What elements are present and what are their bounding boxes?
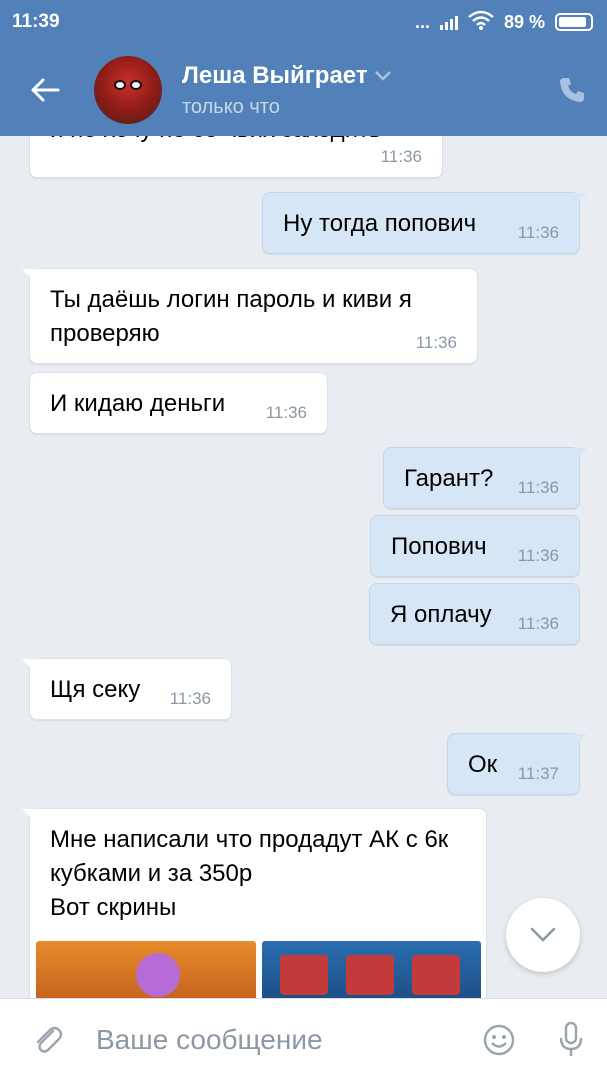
message-text: Мне написали что продадут АК с 6к кубкам… <box>50 826 449 921</box>
attach-button[interactable] <box>0 1023 96 1057</box>
image-attachments <box>36 941 481 998</box>
message-time: 11:37 <box>517 764 559 783</box>
call-button[interactable] <box>537 44 607 136</box>
message-list[interactable]: и не хочу не со чьих заходить 11:36 Ну т… <box>0 136 607 998</box>
avatar[interactable] <box>94 56 162 124</box>
message-time: 11:36 <box>517 546 559 565</box>
message-text: Щя секу <box>50 676 141 703</box>
back-button[interactable] <box>0 44 90 136</box>
battery-level: 89 % <box>503 11 545 32</box>
microphone-icon <box>559 1021 583 1056</box>
message-text: Попович <box>391 533 487 560</box>
battery-icon <box>555 13 593 31</box>
smiley-icon <box>483 1024 515 1055</box>
message-outgoing[interactable]: Ок 11:37 <box>447 733 587 795</box>
screenshot-image[interactable] <box>36 941 256 998</box>
voice-message-button[interactable] <box>535 1021 607 1059</box>
message-composer <box>0 998 607 1080</box>
status-bar: 11:39 ... 89 % <box>0 0 607 44</box>
message-text: Ну тогда попович <box>283 210 477 237</box>
wifi-icon <box>468 10 494 35</box>
status-indicators: ... 89 % <box>415 10 593 35</box>
chevron-down-icon <box>374 70 391 81</box>
message-outgoing[interactable]: Гарант? 11:36 <box>383 447 587 509</box>
message-incoming[interactable]: Ты даёшь логин пароль и киви я проверяю … <box>22 268 478 364</box>
message-text: И кидаю деньги <box>50 390 226 417</box>
message-incoming[interactable]: И кидаю деньги 11:36 <box>29 372 328 434</box>
contact-name[interactable]: Леша Выйграет <box>182 62 537 90</box>
message-time: 11:36 <box>380 147 422 166</box>
contact-name-label: Леша Выйграет <box>182 61 368 89</box>
chat-header: Леша Выйграет только что <box>0 44 607 136</box>
message-text: Я оплачу <box>390 601 492 628</box>
message-text: и не хочу не со чьих заходить <box>50 136 422 147</box>
status-dots: ... <box>414 11 430 32</box>
message-time: 11:36 <box>265 403 307 422</box>
emoji-button[interactable] <box>463 1023 535 1057</box>
message-incoming[interactable]: Мне написали что продадут АК с 6к кубкам… <box>22 808 487 998</box>
message-time: 11:36 <box>517 223 559 242</box>
contact-info[interactable]: Леша Выйграет только что <box>182 62 537 119</box>
arrow-left-icon <box>31 78 60 102</box>
message-time: 11:36 <box>517 614 559 633</box>
status-time: 11:39 <box>12 11 60 32</box>
chevron-down-icon <box>530 927 556 942</box>
message-time: 11:36 <box>415 333 457 352</box>
message-input[interactable] <box>96 1023 463 1056</box>
message-outgoing[interactable]: Ну тогда попович 11:36 <box>262 192 587 254</box>
screenshot-image[interactable] <box>261 941 481 998</box>
message-time: 11:36 <box>517 478 559 497</box>
message-text: Гарант? <box>404 465 494 492</box>
message-incoming[interactable]: Щя секу 11:36 <box>22 658 232 720</box>
message-outgoing[interactable]: Попович 11:36 <box>370 515 580 577</box>
message-time: 11:36 <box>169 689 211 708</box>
contact-status: только что <box>182 95 280 118</box>
message-incoming[interactable]: и не хочу не со чьих заходить 11:36 <box>29 136 443 178</box>
message-text: Ты даёшь логин пароль и киви я проверяю <box>50 286 412 347</box>
phone-icon <box>560 78 584 102</box>
message-outgoing[interactable]: Я оплачу 11:36 <box>369 583 580 645</box>
paperclip-icon <box>36 1026 63 1053</box>
signal-icon <box>439 14 458 30</box>
scroll-to-bottom-button[interactable] <box>506 898 580 972</box>
message-text: Ок <box>468 751 498 778</box>
